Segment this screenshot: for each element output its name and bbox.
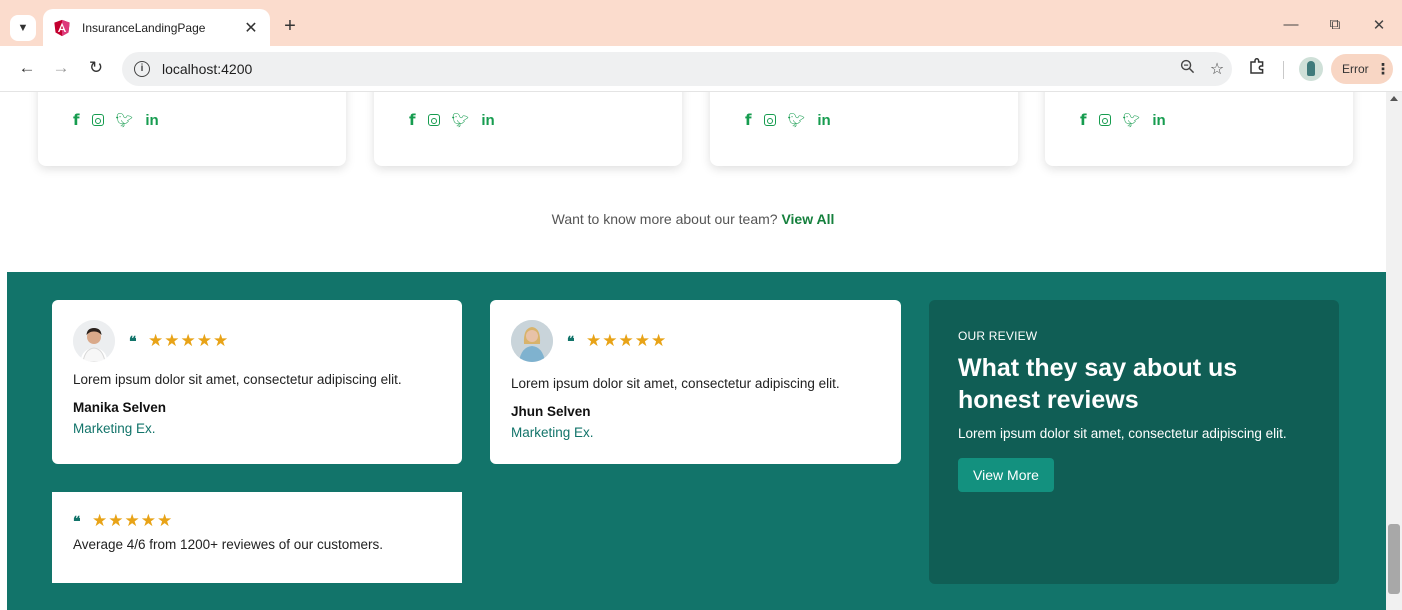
browser-toolbar: ← → ↻ i localhost:4200 ☆ Error ⋮	[0, 46, 1402, 92]
view-all-link[interactable]: View All	[781, 211, 834, 227]
section-title: What they say about us honest reviews	[958, 354, 1238, 414]
team-card: f 🐦︎ in	[710, 92, 1018, 166]
linkedin-icon[interactable]: in	[481, 112, 494, 129]
linkedin-icon[interactable]: in	[145, 112, 158, 129]
team-more-text: Want to know more about our team?	[551, 211, 778, 227]
facebook-icon[interactable]: f	[409, 111, 416, 129]
zoom-icon[interactable]	[1172, 59, 1202, 79]
instagram-icon[interactable]	[91, 114, 104, 126]
reviews-section: ❝ ★★★★★ Lorem ipsum dolor sit amet, cons…	[7, 272, 1386, 610]
back-arrow-icon[interactable]: ←	[15, 56, 39, 80]
quote-icon: ❝	[567, 334, 575, 350]
reviewer-role: Marketing Ex.	[511, 425, 594, 440]
restore-icon[interactable]: ⧉	[1320, 16, 1350, 36]
section-description: Lorem ipsum dolor sit amet, consectetur …	[958, 426, 1287, 441]
browser-tab[interactable]: InsuranceLandingPage ✕	[43, 9, 270, 46]
quote-icon: ❝	[73, 514, 81, 530]
reload-icon[interactable]: ↻	[84, 56, 108, 80]
review-card: ❝ ★★★★★ Lorem ipsum dolor sit amet, cons…	[490, 300, 901, 464]
rating-summary-text: Average 4/6 from 1200+ reviewes of our c…	[73, 537, 384, 552]
twitter-icon[interactable]: 🐦︎	[116, 112, 134, 129]
profile-avatar[interactable]	[1299, 57, 1323, 81]
error-label: Error	[1342, 62, 1369, 76]
extensions-icon[interactable]	[1246, 57, 1268, 79]
social-links: f 🐦︎ in	[73, 111, 159, 129]
page-scrollbar[interactable]	[1386, 92, 1402, 610]
team-more-line: Want to know more about our team? View A…	[0, 211, 1386, 227]
review-text: Lorem ipsum dolor sit amet, consectetur …	[73, 372, 402, 387]
reviews-promo-panel: OUR REVIEW What they say about us honest…	[929, 300, 1339, 584]
kebab-menu-icon[interactable]: ⋮	[1376, 60, 1391, 78]
tab-search-icon[interactable]: ▼	[10, 15, 36, 41]
review-card: ❝ ★★★★★ Lorem ipsum dolor sit amet, cons…	[52, 300, 462, 464]
linkedin-icon[interactable]: in	[817, 112, 830, 129]
page-viewport: f 🐦︎ in f 🐦︎ in f 🐦︎ in f 🐦︎ in Want to …	[0, 92, 1386, 610]
close-window-icon[interactable]: ✕	[1364, 16, 1394, 36]
social-links: f 🐦︎ in	[409, 111, 495, 129]
team-card: f 🐦︎ in	[374, 92, 682, 166]
view-more-button[interactable]: View More	[958, 458, 1054, 492]
instagram-icon[interactable]	[427, 114, 440, 126]
address-bar[interactable]: i localhost:4200 ☆	[122, 52, 1232, 86]
social-links: f 🐦︎ in	[745, 111, 831, 129]
new-tab-button[interactable]: +	[278, 15, 302, 39]
review-text: Lorem ipsum dolor sit amet, consectetur …	[511, 376, 840, 391]
reviewer-name: Manika Selven	[73, 400, 167, 415]
facebook-icon[interactable]: f	[745, 111, 752, 129]
bookmark-star-icon[interactable]: ☆	[1202, 59, 1232, 79]
rating-summary-card: ❝ ★★★★★ Average 4/6 from 1200+ reviewes …	[52, 492, 462, 583]
facebook-icon[interactable]: f	[73, 111, 80, 129]
reviewer-role: Marketing Ex.	[73, 421, 156, 436]
twitter-icon[interactable]: 🐦︎	[788, 112, 806, 129]
tab-title: InsuranceLandingPage	[82, 20, 206, 35]
avatar	[73, 320, 115, 362]
instagram-icon[interactable]	[1098, 114, 1111, 126]
facebook-icon[interactable]: f	[1080, 111, 1087, 129]
team-card: f 🐦︎ in	[1045, 92, 1353, 166]
forward-arrow-icon[interactable]: →	[49, 56, 73, 80]
section-kicker: OUR REVIEW	[958, 329, 1038, 343]
minimize-icon[interactable]: —	[1276, 16, 1306, 36]
rating-stars: ★★★★★	[586, 331, 668, 350]
toolbar-divider	[1283, 61, 1284, 79]
reviewer-name: Jhun Selven	[511, 404, 591, 419]
team-card: f 🐦︎ in	[38, 92, 346, 166]
rating-stars: ★★★★★	[92, 511, 174, 530]
avatar	[511, 320, 553, 362]
twitter-icon[interactable]: 🐦︎	[1123, 112, 1141, 129]
rating-stars: ★★★★★	[148, 331, 230, 350]
info-icon[interactable]: i	[134, 61, 150, 77]
linkedin-icon[interactable]: in	[1152, 112, 1165, 129]
browser-tab-bar: ▼ InsuranceLandingPage ✕ + — ⧉ ✕	[0, 0, 1402, 46]
twitter-icon[interactable]: 🐦︎	[452, 112, 470, 129]
tab-close-icon[interactable]: ✕	[238, 18, 264, 38]
quote-icon: ❝	[129, 334, 137, 350]
url-text[interactable]: localhost:4200	[162, 61, 1172, 77]
social-links: f 🐦︎ in	[1080, 111, 1166, 129]
scroll-up-arrow-icon[interactable]	[1390, 96, 1398, 101]
profile-error-button[interactable]: Error ⋮	[1331, 54, 1393, 84]
angular-favicon	[54, 19, 70, 36]
scroll-thumb[interactable]	[1388, 524, 1400, 594]
instagram-icon[interactable]	[763, 114, 776, 126]
